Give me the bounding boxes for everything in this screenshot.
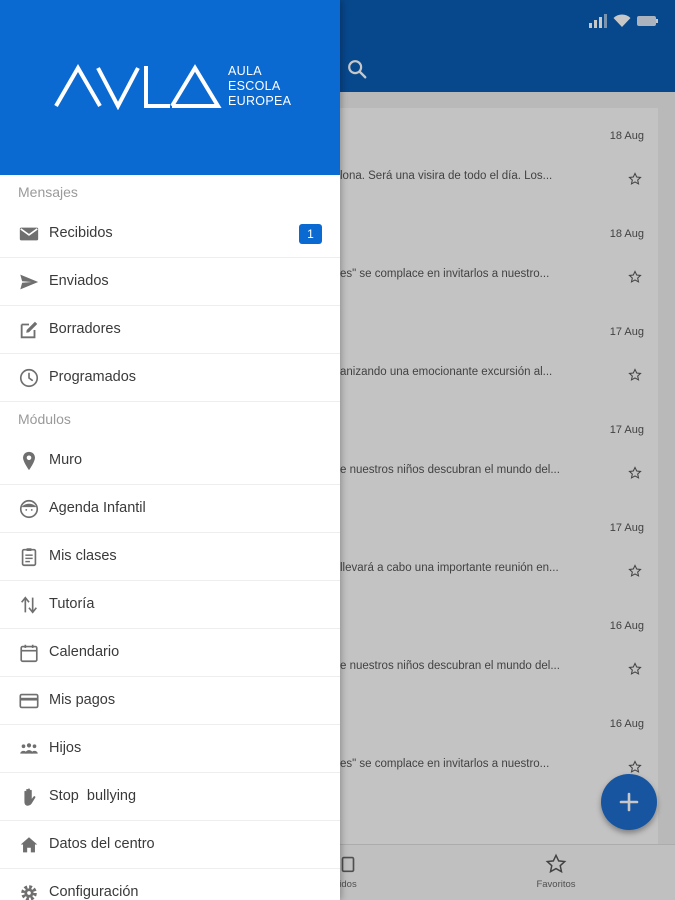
edit-icon: [20, 321, 38, 339]
menu-item-configuracion[interactable]: Configuración: [0, 869, 340, 900]
unread-count-badge: 1: [299, 224, 322, 244]
menu-item-label: Tutoría: [49, 596, 95, 612]
menu-item-mis-clases[interactable]: Mis clases: [0, 533, 340, 581]
menu-item-datos-del-centro[interactable]: Datos del centro: [0, 821, 340, 869]
menu-item-stop-bullying[interactable]: Stop bullying: [0, 773, 340, 821]
avla-wordmark-logo: [54, 64, 222, 111]
section-title-mensajes: Mensajes: [18, 184, 78, 200]
clipboard-icon: [21, 548, 37, 567]
logo-line-2: ESCOLA: [228, 79, 281, 93]
menu-item-label: Calendario: [49, 644, 120, 660]
menu-item-recibidos[interactable]: Recibidos 1: [0, 210, 340, 258]
home-icon: [20, 837, 38, 853]
calendar-icon: [20, 644, 38, 663]
gear-icon: [21, 885, 37, 900]
menu-item-label: Stop bullying: [49, 788, 137, 804]
menu-item-label: Hijos: [49, 740, 82, 756]
menu-item-label: Mis clases: [49, 548, 117, 564]
menu-item-tutoria[interactable]: Tutoría: [0, 581, 340, 629]
mail-icon: [19, 227, 39, 241]
menu-item-label: Enviados: [49, 273, 109, 289]
menu-item-mis-pagos[interactable]: Mis pagos: [0, 677, 340, 725]
menu-item-borradores[interactable]: Borradores: [0, 306, 340, 354]
menu-item-muro[interactable]: Muro: [0, 437, 340, 485]
menu-item-label: Configuración: [49, 884, 139, 900]
menu-item-enviados[interactable]: Enviados: [0, 258, 340, 306]
navigation-drawer: AULA ESCOLA EUROPEA Mensajes Recibidos 1…: [0, 0, 340, 900]
menu-item-label: Muro: [49, 452, 83, 468]
logo-line-3: EUROPEA: [228, 94, 292, 108]
menu-item-label: Agenda Infantil: [49, 500, 146, 516]
card-icon: [19, 693, 39, 709]
family-icon: [20, 743, 38, 754]
aula-logo: AULA ESCOLA EUROPEA: [54, 62, 294, 111]
menu-item-label: Recibidos: [49, 225, 113, 241]
logo-line-1: AULA: [228, 64, 262, 78]
section-title-modulos: Módulos: [18, 411, 71, 427]
swap-arrows-icon: [21, 596, 37, 614]
menu-item-agenda-infantil[interactable]: Agenda Infantil: [0, 485, 340, 533]
menu-item-label: Borradores: [49, 321, 121, 337]
drawer-header: AULA ESCOLA EUROPEA: [0, 0, 340, 175]
menu-item-label: Programados: [49, 369, 137, 385]
child-face-icon: [19, 499, 39, 519]
clock-icon: [19, 368, 39, 388]
menu-item-hijos[interactable]: Hijos: [0, 725, 340, 773]
hand-icon: [24, 788, 36, 806]
send-icon: [20, 274, 39, 290]
location-pin-icon: [23, 451, 35, 471]
menu-item-programados[interactable]: Programados: [0, 354, 340, 402]
menu-item-label: Datos del centro: [49, 836, 155, 852]
menu-item-calendario[interactable]: Calendario: [0, 629, 340, 677]
menu-item-label: Mis pagos: [49, 692, 116, 708]
